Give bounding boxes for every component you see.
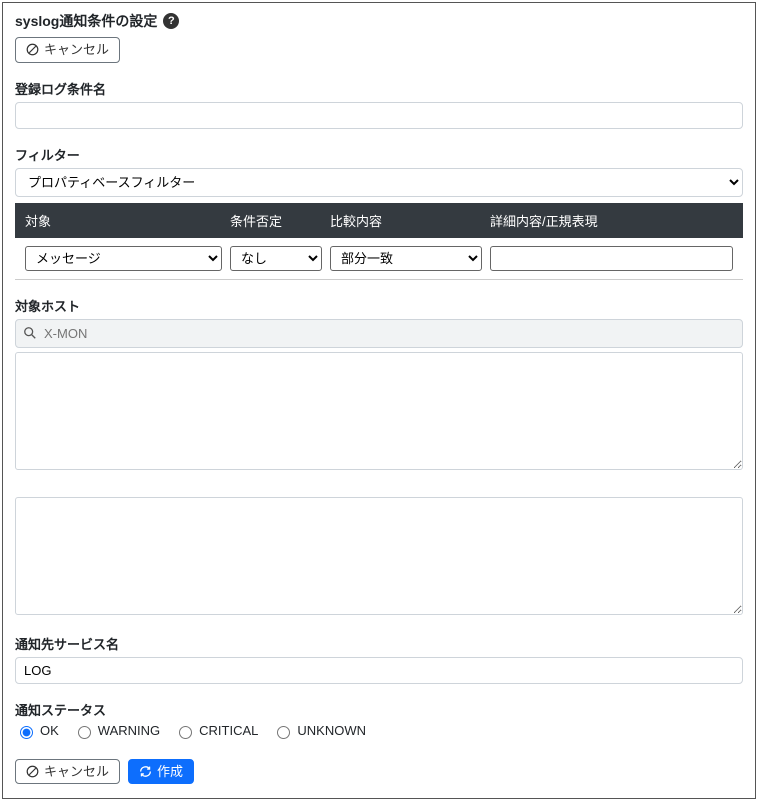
status-radio-warning[interactable] <box>78 726 91 739</box>
status-radio-ok[interactable] <box>20 726 33 739</box>
service-name-label: 通知先サービス名 <box>15 634 743 653</box>
service-name-input[interactable] <box>15 657 743 684</box>
filter-header-negate: 条件否定 <box>230 211 330 230</box>
page-title: syslog通知条件の設定 <box>15 11 157 31</box>
refresh-icon <box>139 765 152 778</box>
filter-detail-input[interactable] <box>490 246 733 271</box>
cancel-icon <box>26 43 39 56</box>
filter-compare-select[interactable]: 部分一致 <box>330 246 482 271</box>
filter-label: フィルター <box>15 145 743 164</box>
cancel-button-bottom[interactable]: キャンセル <box>15 759 120 785</box>
filter-header-detail: 詳細内容/正規表現 <box>490 211 733 230</box>
status-radio-unknown-label[interactable]: UNKNOWN <box>272 723 366 739</box>
status-radio-critical-label[interactable]: CRITICAL <box>174 723 258 739</box>
status-radio-unknown[interactable] <box>277 726 290 739</box>
host-search-input[interactable] <box>15 319 743 348</box>
create-button[interactable]: 作成 <box>128 759 194 785</box>
filter-negate-select[interactable]: なし <box>230 246 322 271</box>
cancel-icon <box>26 765 39 778</box>
create-button-label: 作成 <box>157 764 183 780</box>
search-icon <box>23 326 37 340</box>
cancel-button-top[interactable]: キャンセル <box>15 37 120 63</box>
filter-header-target: 対象 <box>25 211 230 230</box>
filter-target-select[interactable]: メッセージ <box>25 246 222 271</box>
status-label: 通知ステータス <box>15 700 743 719</box>
host-area-1[interactable] <box>15 352 743 470</box>
status-radio-warning-label[interactable]: WARNING <box>73 723 160 739</box>
help-icon[interactable]: ? <box>163 13 179 29</box>
cancel-button-label: キャンセル <box>44 42 109 58</box>
log-name-label: 登録ログ条件名 <box>15 79 743 98</box>
status-radio-critical[interactable] <box>179 726 192 739</box>
filter-header-compare: 比較内容 <box>330 211 490 230</box>
status-radio-ok-label[interactable]: OK <box>15 723 59 739</box>
target-host-label: 対象ホスト <box>15 296 743 315</box>
log-name-input[interactable] <box>15 102 743 129</box>
host-area-2[interactable] <box>15 497 743 615</box>
filter-row: メッセージ なし 部分一致 <box>15 238 743 280</box>
filter-table-header: 対象 条件否定 比較内容 詳細内容/正規表現 <box>15 203 743 238</box>
filter-select[interactable]: プロパティベースフィルター <box>15 168 743 197</box>
status-radio-group: OK WARNING CRITICAL UNKNOWN <box>15 723 743 739</box>
cancel-button-label: キャンセル <box>44 764 109 780</box>
